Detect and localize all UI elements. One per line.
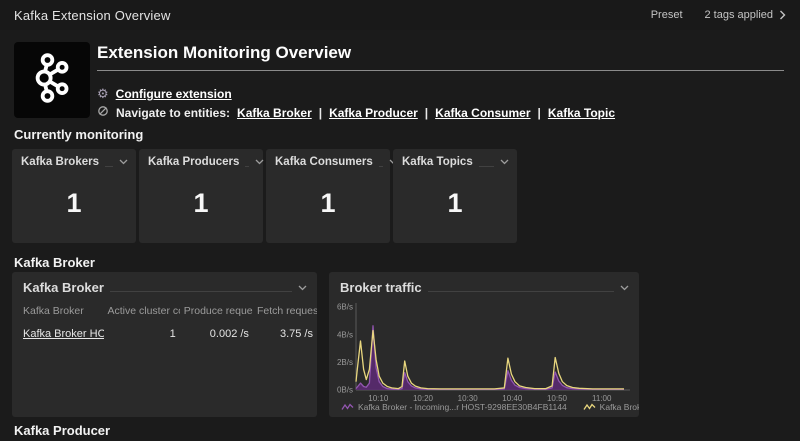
- tile-kafka-topics: Kafka Topics 1: [393, 149, 517, 243]
- section-currently-monitoring: Currently monitoring: [14, 127, 143, 142]
- configure-extension-row: ⚙ Configure extension: [97, 87, 232, 101]
- entity-link-kafka-producer[interactable]: Kafka Producer: [329, 106, 418, 120]
- column-header-fetch-request-rate[interactable]: Fetch request rate: [253, 301, 317, 322]
- svg-text:0B/s: 0B/s: [337, 386, 353, 395]
- broker-traffic-chart[interactable]: 0B/s2B/s4B/s6B/s10:1010:2010:3010:4010:5…: [329, 297, 633, 405]
- legend-item[interactable]: Kafka Broker - Outgoing...r HOST-9298EE3…: [583, 402, 639, 412]
- title-divider: [97, 70, 784, 71]
- tile-title-underline: [105, 166, 113, 167]
- series-squiggle-icon: [583, 403, 596, 411]
- tile-title-underline: [110, 291, 292, 292]
- table-row: Kafka Broker HO... 1 0.002 /s 3.75 /s: [12, 322, 317, 346]
- tile-title: Kafka Broker: [23, 280, 104, 295]
- chevron-down-icon[interactable]: [255, 159, 264, 165]
- tile-title-underline: [428, 291, 614, 292]
- tile-title: Broker traffic: [340, 280, 422, 295]
- tile-count-value: 1: [139, 188, 263, 219]
- svg-text:6B/s: 6B/s: [337, 303, 353, 312]
- navigate-entities-label: Navigate to entities:: [116, 106, 230, 120]
- chevron-down-icon[interactable]: [119, 159, 128, 165]
- broker-entity-link[interactable]: Kafka Broker HO...: [23, 328, 104, 340]
- separator: |: [538, 106, 541, 120]
- top-bar: Kafka Extension Overview Preset 2 tags a…: [0, 0, 800, 30]
- tile-count-value: 1: [12, 188, 136, 219]
- separator: |: [319, 106, 322, 120]
- kafka-broker-table-tile: Kafka Broker Kafka Broker Active cluster…: [12, 272, 317, 417]
- navigate-entities-row: Navigate to entities: Kafka Broker | Kaf…: [97, 105, 615, 120]
- column-header-produce-request-rate[interactable]: Produce request r...: [180, 301, 253, 322]
- svg-text:2B/s: 2B/s: [337, 358, 353, 367]
- kafka-logo-tile: [14, 42, 90, 118]
- kafka-logo-icon: [25, 51, 79, 110]
- chevron-down-icon[interactable]: [500, 159, 509, 165]
- entity-link-kafka-topic[interactable]: Kafka Topic: [548, 106, 615, 120]
- chevron-right-icon: [779, 10, 786, 20]
- gear-icon: ⚙: [97, 88, 109, 100]
- legend-item[interactable]: Kafka Broker - Incoming...r HOST-9298EE3…: [341, 402, 567, 412]
- entity-link-kafka-consumer[interactable]: Kafka Consumer: [435, 106, 530, 120]
- tile-title-underline: [245, 166, 249, 167]
- section-kafka-broker: Kafka Broker: [14, 255, 95, 270]
- produce-rate-value: 0.002 /s: [180, 322, 253, 346]
- monitoring-tiles-row: Kafka Brokers 1 Kafka Producers 1 Kafka …: [12, 149, 517, 243]
- tile-title: Kafka Topics: [402, 156, 473, 168]
- configure-extension-link[interactable]: Configure extension: [116, 87, 232, 101]
- broker-table: Kafka Broker Active cluster con... Produ…: [12, 301, 317, 346]
- tile-count-value: 1: [393, 188, 517, 219]
- svg-text:4B/s: 4B/s: [337, 330, 353, 339]
- chart-legend: Kafka Broker - Incoming...r HOST-9298EE3…: [341, 402, 639, 412]
- tile-kafka-producers: Kafka Producers 1: [139, 149, 263, 243]
- dashboard-title: Kafka Extension Overview: [14, 8, 171, 23]
- preset-label[interactable]: Preset: [651, 9, 683, 21]
- tile-title: Kafka Producers: [148, 156, 239, 168]
- broker-traffic-tile: Broker traffic 0B/s2B/s4B/s6B/s10:1010:2…: [329, 272, 639, 417]
- chevron-down-icon[interactable]: [298, 285, 307, 291]
- entity-link-kafka-broker[interactable]: Kafka Broker: [237, 106, 312, 120]
- tags-applied-button[interactable]: 2 tags applied: [705, 9, 787, 21]
- tile-count-value: 1: [266, 188, 390, 219]
- tile-kafka-brokers: Kafka Brokers 1: [12, 149, 136, 243]
- section-kafka-producer: Kafka Producer: [14, 423, 110, 438]
- tile-kafka-consumers: Kafka Consumers 1: [266, 149, 390, 243]
- tags-applied-label: 2 tags applied: [705, 9, 774, 21]
- column-header-kafka-broker[interactable]: Kafka Broker: [12, 301, 104, 322]
- series-squiggle-icon: [341, 403, 354, 411]
- tile-title: Kafka Brokers: [21, 156, 99, 168]
- tile-title-underline: [379, 166, 383, 167]
- attachment-icon: [97, 105, 109, 120]
- page-title: Extension Monitoring Overview: [97, 43, 351, 63]
- column-header-active-cluster-connections[interactable]: Active cluster con...: [104, 301, 180, 322]
- separator: |: [425, 106, 428, 120]
- tile-title: Kafka Consumers: [275, 156, 373, 168]
- chevron-down-icon[interactable]: [620, 285, 629, 291]
- active-connections-value: 1: [104, 322, 180, 346]
- fetch-rate-value: 3.75 /s: [253, 322, 317, 346]
- tile-title-underline: [479, 166, 494, 167]
